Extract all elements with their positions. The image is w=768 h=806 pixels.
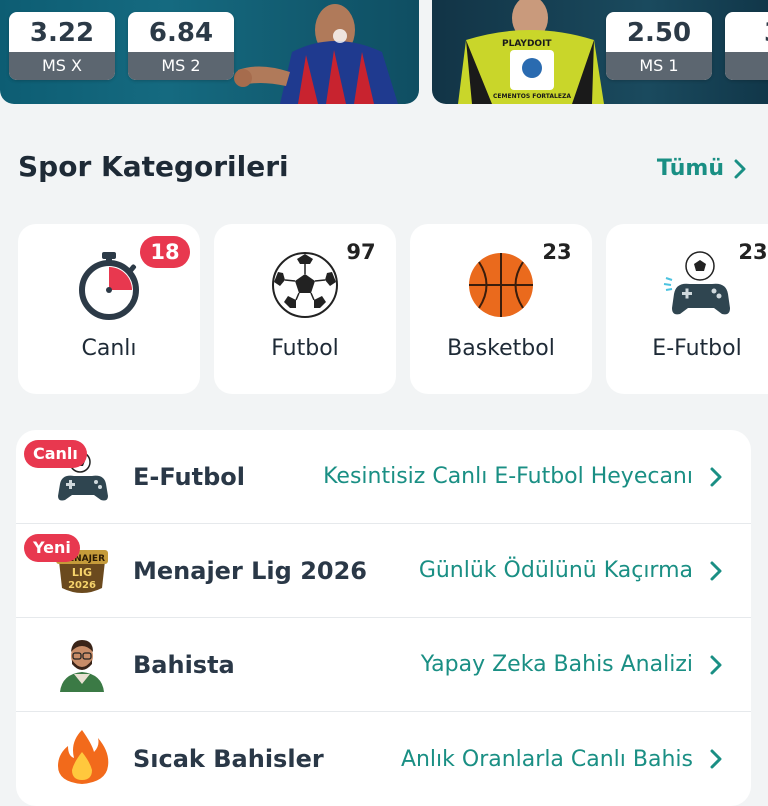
- sport-categories: 18 Canlı 97 Futbol 23 Basketbol 23 E-Fut…: [0, 224, 768, 394]
- list-item-title: Bahista: [133, 650, 235, 679]
- chevron-right-icon: [710, 749, 722, 769]
- ai-avatar-icon: [60, 640, 104, 692]
- list-item-description: Günlük Ödülünü Kaçırma: [418, 558, 693, 583]
- odds-button-draw[interactable]: 3. M: [725, 12, 768, 80]
- chevron-right-icon: [734, 159, 746, 178]
- shirt-text: CEMENTOS FORTALEZA: [493, 93, 571, 100]
- odds-value: 3.22: [29, 18, 95, 48]
- category-card-efootball[interactable]: 23 E-Futbol: [606, 224, 768, 394]
- stopwatch-icon: [79, 252, 139, 320]
- odds-button-draw[interactable]: 3.22 MS X: [9, 12, 115, 80]
- flame-icon: [58, 730, 109, 784]
- status-badge: Canlı: [24, 440, 87, 468]
- category-label: Canlı: [81, 336, 137, 361]
- feature-list: Canlı E-Futbol Kesintisiz Canlı E-Futbol…: [16, 430, 751, 806]
- svg-text:2026: 2026: [68, 580, 96, 591]
- odds-label: MS X: [9, 52, 115, 80]
- odds-value: 3.: [725, 12, 768, 52]
- category-card-football[interactable]: 97 Futbol: [214, 224, 396, 394]
- chevron-right-icon: [710, 655, 722, 674]
- odds-value: 6.84: [148, 18, 214, 48]
- odds-button-home[interactable]: 2.50 MS 1: [606, 12, 712, 80]
- odds-value: 2.50: [626, 18, 692, 48]
- odds-label: MS 2: [128, 52, 234, 80]
- see-all-link[interactable]: Tümü: [657, 156, 746, 181]
- basketball-icon: [469, 253, 533, 317]
- list-item-description: Yapay Zeka Bahis Analizi: [420, 652, 693, 677]
- event-count-badge: 23: [728, 236, 768, 268]
- list-item-title: E-Futbol: [133, 462, 246, 491]
- match-banner-2[interactable]: PLAYDOIT CEMENTOS FORTALEZA 2.50 MS 1 3.…: [432, 0, 768, 104]
- category-card-live[interactable]: 18 Canlı: [18, 224, 200, 394]
- sponsor-text: PLAYDOIT: [502, 39, 552, 49]
- list-item-title: Menajer Lig 2026: [133, 556, 367, 585]
- chevron-right-icon: [710, 561, 722, 580]
- match-banner-1[interactable]: 3.22 MS X 6.84 MS 2: [0, 0, 419, 104]
- gamepad-ball-icon: [663, 251, 730, 315]
- category-label: E-Futbol: [652, 336, 742, 361]
- event-count-badge: 97: [336, 236, 386, 268]
- list-item-description: Kesintisiz Canlı E-Futbol Heyecanı: [323, 464, 693, 489]
- category-label: Basketbol: [447, 336, 555, 361]
- category-label: Futbol: [271, 336, 339, 361]
- event-count-badge: 23: [532, 236, 582, 268]
- svg-text:LIG: LIG: [72, 566, 92, 579]
- player-image: PLAYDOIT CEMENTOS FORTALEZA: [458, 0, 604, 104]
- live-count-badge: 18: [140, 236, 190, 268]
- see-all-label: Tümü: [656, 156, 724, 181]
- soccer-ball-icon: [272, 252, 338, 318]
- section-title: Spor Kategorileri: [18, 150, 289, 183]
- status-badge: Yeni: [24, 534, 80, 562]
- list-item-title: Sıcak Bahisler: [133, 745, 324, 773]
- category-card-basketball[interactable]: 23 Basketbol: [410, 224, 592, 394]
- odds-label: MS 1: [606, 52, 712, 80]
- list-item-manager-league[interactable]: Yeni MENAJER LIG 2026 Menajer Lig 2026 G…: [16, 524, 751, 618]
- odds-label: M: [725, 52, 768, 80]
- list-item-efootball[interactable]: Canlı E-Futbol Kesintisiz Canlı E-Futbol…: [16, 430, 751, 524]
- odds-button-away[interactable]: 6.84 MS 2: [128, 12, 234, 80]
- list-item-hot-bets[interactable]: Sıcak Bahisler Anlık Oranlarla Canlı Bah…: [16, 712, 751, 806]
- chevron-right-icon: [710, 467, 722, 486]
- list-item-bahista[interactable]: Bahista Yapay Zeka Bahis Analizi: [16, 618, 751, 712]
